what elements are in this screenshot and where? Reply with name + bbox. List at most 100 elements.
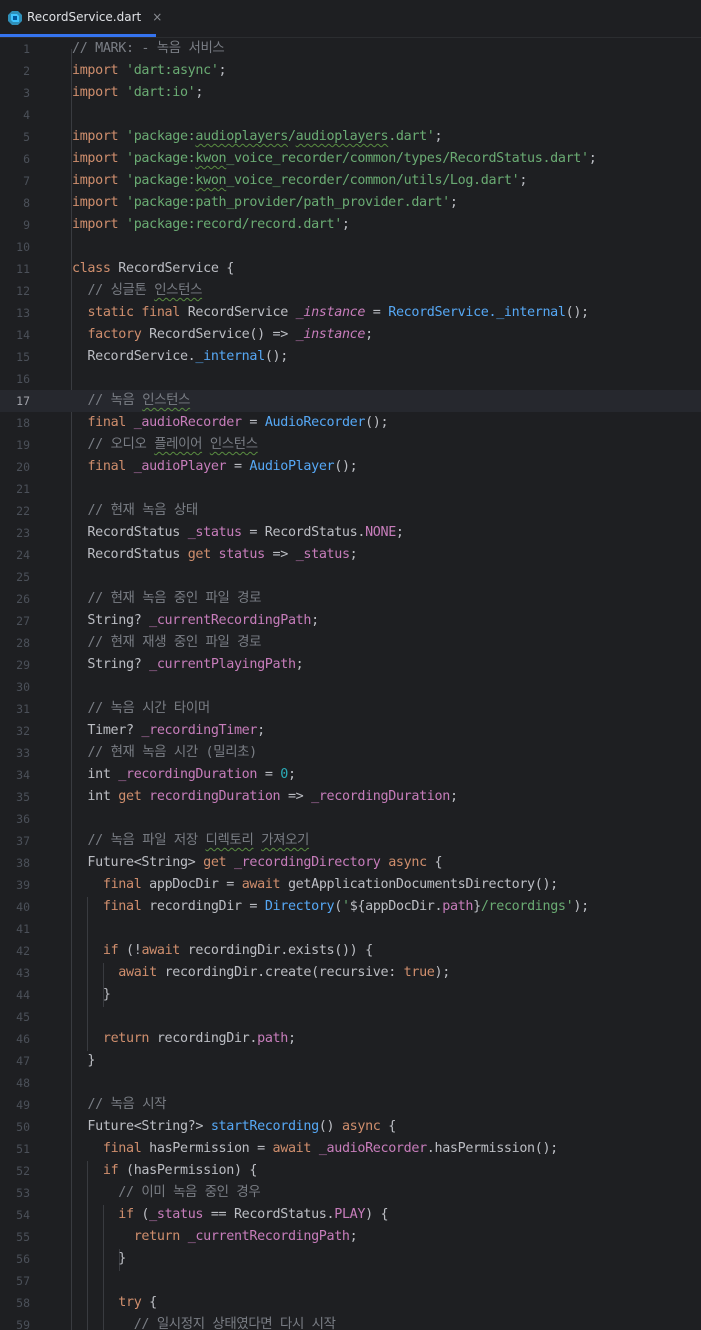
code-line[interactable]: 39 final appDocDir = await getApplicatio… [0,874,701,896]
code-line[interactable]: 14 factory RecordService() => _instance; [0,324,701,346]
code-line[interactable]: 22 // 현재 녹음 상태 [0,500,701,522]
code-line[interactable]: 10 [0,236,701,258]
line-number: 46 [16,1032,30,1046]
code-line[interactable]: 49 // 녹음 시작 [0,1094,701,1116]
code-line[interactable]: 25 [0,566,701,588]
code-line[interactable]: 33 // 현재 녹음 시간 (밀리초) [0,742,701,764]
close-icon[interactable]: × [152,10,162,24]
code-token: _audioRecorder [133,415,242,430]
line-number: 31 [16,702,30,716]
code-line[interactable]: 11 class RecordService { [0,258,701,280]
code-token: Future<String?> [72,1119,211,1134]
code-line[interactable]: 38 Future<String> get _recordingDirector… [0,852,701,874]
code-text: class RecordService { [72,258,234,280]
code-editor[interactable]: 1// MARK: - 녹음 서비스 2 import 'dart:async'; 3… [0,38,701,1330]
code-line[interactable]: 7 import 'package:kwon_voice_recorder/com… [0,170,701,192]
code-line[interactable]: 8 import 'package:path_provider/path_prov… [0,192,701,214]
code-line[interactable]: 56 } [0,1248,701,1270]
code-token: } [72,1053,96,1068]
code-line[interactable]: 54 if (_status == RecordStatus.PLAY) { [0,1204,701,1226]
code-token: import [72,129,126,144]
code-line[interactable]: 18 final _audioRecorder = AudioRecorder(… [0,412,701,434]
code-line[interactable]: 57 [0,1270,701,1292]
code-line[interactable]: 45 [0,1006,701,1028]
code-line[interactable]: 5 import 'package:audioplayers/audioplaye… [0,126,701,148]
code-text: int _recordingDuration = 0; [72,764,296,786]
code-line[interactable]: 2 import 'dart:async'; [0,60,701,82]
code-line[interactable]: 31 // 녹음 시간 타이머 [0,698,701,720]
tab-record-service[interactable]: RecordService.dart × [0,0,162,37]
code-line[interactable]: 36 [0,808,701,830]
code-line[interactable]: 3 import 'dart:io'; [0,82,701,104]
code-text: import 'dart:io'; [72,82,203,104]
code-line[interactable]: 15 RecordService._internal(); [0,346,701,368]
code-token: { [149,1295,157,1310]
code-token: _voice_recorder/common/types/RecordStatu… [226,151,589,166]
code-token: ; [449,789,458,804]
code-line[interactable]: 59 // 일시정지 상태였다면 다시 시작 [0,1314,701,1330]
code-line[interactable]: 48 [0,1072,701,1094]
code-token: .hasPermission(); [426,1141,558,1156]
code-line[interactable]: 37 // 녹음 파일 저장 디렉토리 가져오기 [0,830,701,852]
line-number: 40 [16,900,30,914]
code-line[interactable]: 12 // 싱글톤 인스턴스 [0,280,701,302]
code-text: import 'package:record/record.dart'; [72,214,350,236]
code-line[interactable]: 52 if (hasPermission) { [0,1160,701,1182]
code-token: true [403,965,435,980]
code-line[interactable]: 6 import 'package:kwon_voice_recorder/com… [0,148,701,170]
code-token: = [226,459,250,474]
code-line[interactable]: 51 final hasPermission = await _audioRec… [0,1138,701,1160]
code-line[interactable]: 34 int _recordingDuration = 0; [0,764,701,786]
code-token: ; [395,525,404,540]
line-number: 17 [16,394,30,408]
code-token: 플레이어 [154,437,203,452]
code-text: import 'package:audioplayers/audioplayer… [72,126,443,148]
code-line[interactable]: 16 [0,368,701,390]
code-token: _status [187,525,242,540]
line-number: 50 [16,1120,30,1134]
code-line[interactable]: 58 try { [0,1292,701,1314]
code-token: await [241,877,288,892]
code-text: try { [72,1292,157,1314]
code-line[interactable]: 21 [0,478,701,500]
line-number: 20 [16,460,30,474]
code-token: (); [264,349,288,364]
code-line[interactable]: 13 static final RecordService _instance … [0,302,701,324]
code-line[interactable]: 27 String? _currentRecordingPath; [0,610,701,632]
code-line[interactable]: 4 [0,104,701,126]
code-line[interactable]: 17 // 녹음 인스턴스 [0,390,701,412]
code-line[interactable]: 53 // 이미 녹음 중인 경우 [0,1182,701,1204]
code-line[interactable]: 19 // 오디오 플레이어 인스턴스 [0,434,701,456]
code-line[interactable]: 30 [0,676,701,698]
line-number: 25 [16,570,30,584]
code-line[interactable]: 43 await recordingDir.create(recursive: … [0,962,701,984]
code-token: _recordingDuration [311,789,450,804]
code-line[interactable]: 29 String? _currentPlayingPath; [0,654,701,676]
code-line[interactable]: 20 final _audioPlayer = AudioPlayer(); [0,456,701,478]
code-line[interactable]: 40 final recordingDir = Directory('${app… [0,896,701,918]
code-line[interactable]: 9 import 'package:record/record.dart'; [0,214,701,236]
code-line[interactable]: 32 Timer? _recordingTimer; [0,720,701,742]
code-line[interactable]: 55 return _currentRecordingPath; [0,1226,701,1248]
code-text: String? _currentPlayingPath; [72,654,303,676]
line-number: 3 [23,86,30,100]
code-line[interactable]: 46 return recordingDir.path; [0,1028,701,1050]
code-line[interactable]: 47 } [0,1050,701,1072]
code-line[interactable]: 24 RecordStatus get status => _status; [0,544,701,566]
code-line[interactable]: 23 RecordStatus _status = RecordStatus.N… [0,522,701,544]
code-line[interactable]: 50 Future<String?> startRecording() asyn… [0,1116,701,1138]
code-line[interactable]: 44 } [0,984,701,1006]
code-line[interactable]: 1 // MARK: - 녹음 서비스 [0,38,701,60]
code-token: ; [434,129,443,144]
code-line[interactable]: 28 // 현재 재생 중인 파일 경로 [0,632,701,654]
code-text: final recordingDir = Directory('${appDoc… [72,896,589,918]
code-line[interactable]: 41 [0,918,701,940]
code-token: // 녹음 시간 타이머 [87,701,210,716]
code-line[interactable]: 35 int get recordingDuration => _recordi… [0,786,701,808]
line-number: 4 [23,108,30,122]
code-line[interactable]: 42 if (!await recordingDir.exists()) { [0,940,701,962]
code-line[interactable]: 26 // 현재 녹음 중인 파일 경로 [0,588,701,610]
